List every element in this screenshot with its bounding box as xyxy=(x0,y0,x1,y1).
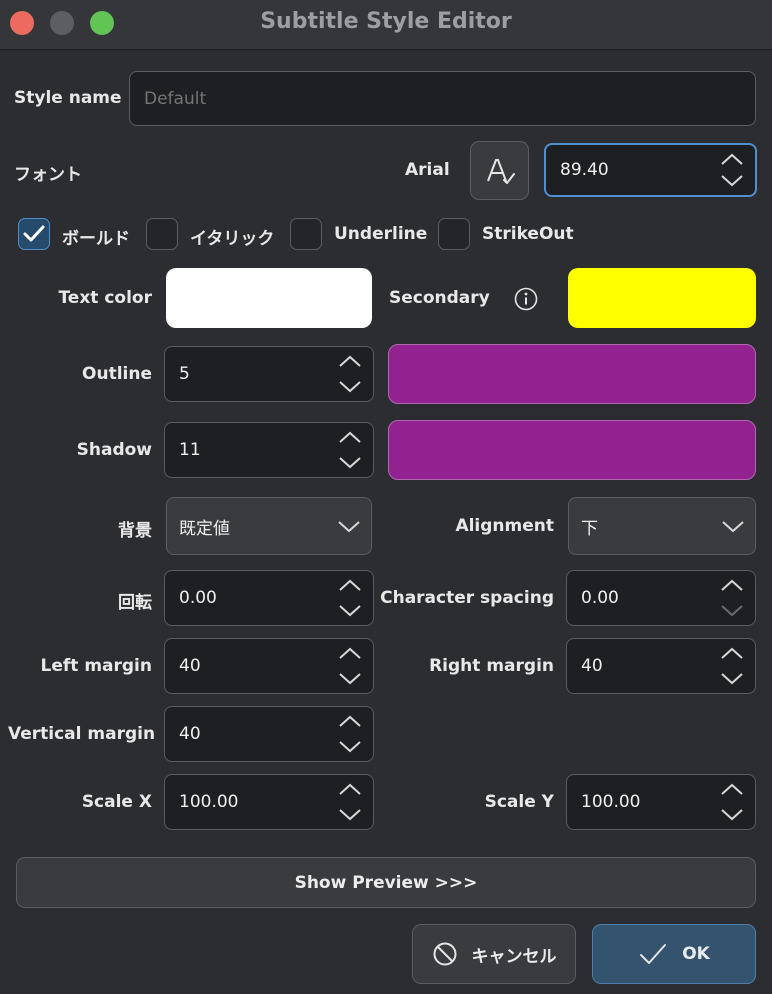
rotation-value: 0.00 xyxy=(179,588,217,608)
scale-y-spinbox[interactable]: 100.00 xyxy=(566,774,756,830)
secondary-color-swatch[interactable] xyxy=(568,268,756,328)
bold-checkbox[interactable] xyxy=(18,218,50,250)
alignment-value: 下 xyxy=(581,518,598,539)
background-value: 既定値 xyxy=(179,518,230,539)
show-preview-button[interactable]: Show Preview >>> xyxy=(16,857,756,908)
chevron-up-icon[interactable] xyxy=(337,353,363,371)
text-color-swatch[interactable] xyxy=(166,268,372,328)
chevron-up-icon[interactable] xyxy=(337,713,363,731)
chevron-down-icon[interactable] xyxy=(337,805,363,823)
right-margin-value: 40 xyxy=(581,656,603,676)
ok-label: OK xyxy=(682,944,710,964)
chevron-down-icon xyxy=(722,521,744,533)
background-label: 背景 xyxy=(118,521,152,541)
chevron-up-icon[interactable] xyxy=(337,429,363,447)
character-spacing-label: Character spacing xyxy=(380,588,554,608)
cancel-button[interactable]: キャンセル xyxy=(412,924,576,984)
chevron-down-icon[interactable] xyxy=(337,453,363,471)
right-margin-label: Right margin xyxy=(429,656,554,676)
scale-x-label: Scale X xyxy=(81,792,152,812)
bold-label: ボールド xyxy=(62,229,130,249)
left-margin-spinbox[interactable]: 40 xyxy=(164,638,374,694)
chevron-down-icon[interactable] xyxy=(337,601,363,619)
chevron-down-icon[interactable] xyxy=(337,737,363,755)
right-margin-spinbox[interactable]: 40 xyxy=(566,638,756,694)
title-bar: Subtitle Style Editor xyxy=(0,0,772,50)
chevron-down-icon[interactable] xyxy=(719,669,745,687)
chevron-up-icon[interactable] xyxy=(337,781,363,799)
ok-button[interactable]: OK xyxy=(592,924,756,984)
scale-x-value: 100.00 xyxy=(179,792,239,812)
chevron-down-icon[interactable] xyxy=(719,171,745,189)
chevron-down-icon[interactable] xyxy=(719,805,745,823)
chevron-up-icon[interactable] xyxy=(337,645,363,663)
alignment-label: Alignment xyxy=(455,516,554,536)
chevron-down-icon[interactable] xyxy=(337,669,363,687)
scale-y-label: Scale Y xyxy=(484,792,554,812)
shadow-color-swatch[interactable] xyxy=(388,420,756,480)
font-name: Arial xyxy=(405,160,450,180)
left-margin-label: Left margin xyxy=(40,656,152,676)
outline-color-swatch[interactable] xyxy=(388,344,756,404)
font-icon xyxy=(486,158,515,184)
underline-label: Underline xyxy=(334,224,428,244)
font-size-spinbox[interactable]: 89.40 xyxy=(544,143,757,197)
underline-checkbox[interactable] xyxy=(290,218,322,250)
chevron-down-icon[interactable] xyxy=(719,601,745,619)
font-size-value: 89.40 xyxy=(560,160,609,180)
chevron-up-icon[interactable] xyxy=(337,577,363,595)
shadow-stepper[interactable] xyxy=(337,429,363,471)
strikeout-label: StrikeOut xyxy=(482,224,574,244)
chevron-up-icon[interactable] xyxy=(719,645,745,663)
style-name-label: Style name xyxy=(14,88,122,108)
secondary-color-label: Secondary xyxy=(389,288,490,308)
font-size-stepper[interactable] xyxy=(719,151,745,189)
vertical-margin-label: Vertical margin xyxy=(8,724,156,744)
style-name-input[interactable] xyxy=(129,71,756,126)
rotation-spinbox[interactable]: 0.00 xyxy=(164,570,374,626)
left-margin-stepper[interactable] xyxy=(337,645,363,687)
cancel-icon xyxy=(433,942,456,966)
checkmark-icon xyxy=(23,225,45,242)
right-margin-stepper[interactable] xyxy=(719,645,745,687)
font-label: フォント xyxy=(14,165,82,185)
rotation-label: 回転 xyxy=(118,593,152,613)
checkmark-icon xyxy=(640,944,667,964)
scale-y-value: 100.00 xyxy=(581,792,641,812)
scale-x-stepper[interactable] xyxy=(337,781,363,823)
info-icon[interactable] xyxy=(514,287,538,311)
chevron-down-icon xyxy=(338,521,360,533)
show-preview-label: Show Preview >>> xyxy=(294,872,478,893)
vertical-margin-value: 40 xyxy=(179,724,201,744)
outline-label: Outline xyxy=(82,364,152,384)
scale-x-spinbox[interactable]: 100.00 xyxy=(164,774,374,830)
chevron-down-icon[interactable] xyxy=(337,377,363,395)
vertical-margin-spinbox[interactable]: 40 xyxy=(164,706,374,762)
chevron-up-icon[interactable] xyxy=(719,577,745,595)
outline-value: 5 xyxy=(179,364,190,384)
character-spacing-stepper[interactable] xyxy=(719,577,745,619)
alignment-select[interactable]: 下 xyxy=(568,497,756,555)
character-spacing-spinbox[interactable]: 0.00 xyxy=(566,570,756,626)
chevron-up-icon[interactable] xyxy=(719,151,745,169)
shadow-value: 11 xyxy=(179,440,201,460)
scale-y-stepper[interactable] xyxy=(719,781,745,823)
outline-spinbox[interactable]: 5 xyxy=(164,346,374,402)
text-color-label: Text color xyxy=(58,288,152,308)
cancel-label: キャンセル xyxy=(471,946,557,967)
shadow-spinbox[interactable]: 11 xyxy=(164,422,374,478)
italic-label: イタリック xyxy=(190,229,275,249)
outline-stepper[interactable] xyxy=(337,353,363,395)
shadow-label: Shadow xyxy=(76,440,152,460)
rotation-stepper[interactable] xyxy=(337,577,363,619)
font-picker-button[interactable] xyxy=(470,141,529,200)
strikeout-checkbox[interactable] xyxy=(438,218,470,250)
character-spacing-value: 0.00 xyxy=(581,588,619,608)
chevron-up-icon[interactable] xyxy=(719,781,745,799)
italic-checkbox[interactable] xyxy=(146,218,178,250)
left-margin-value: 40 xyxy=(179,656,201,676)
background-select[interactable]: 既定値 xyxy=(166,497,372,555)
window-title: Subtitle Style Editor xyxy=(260,9,512,34)
vertical-margin-stepper[interactable] xyxy=(337,713,363,755)
